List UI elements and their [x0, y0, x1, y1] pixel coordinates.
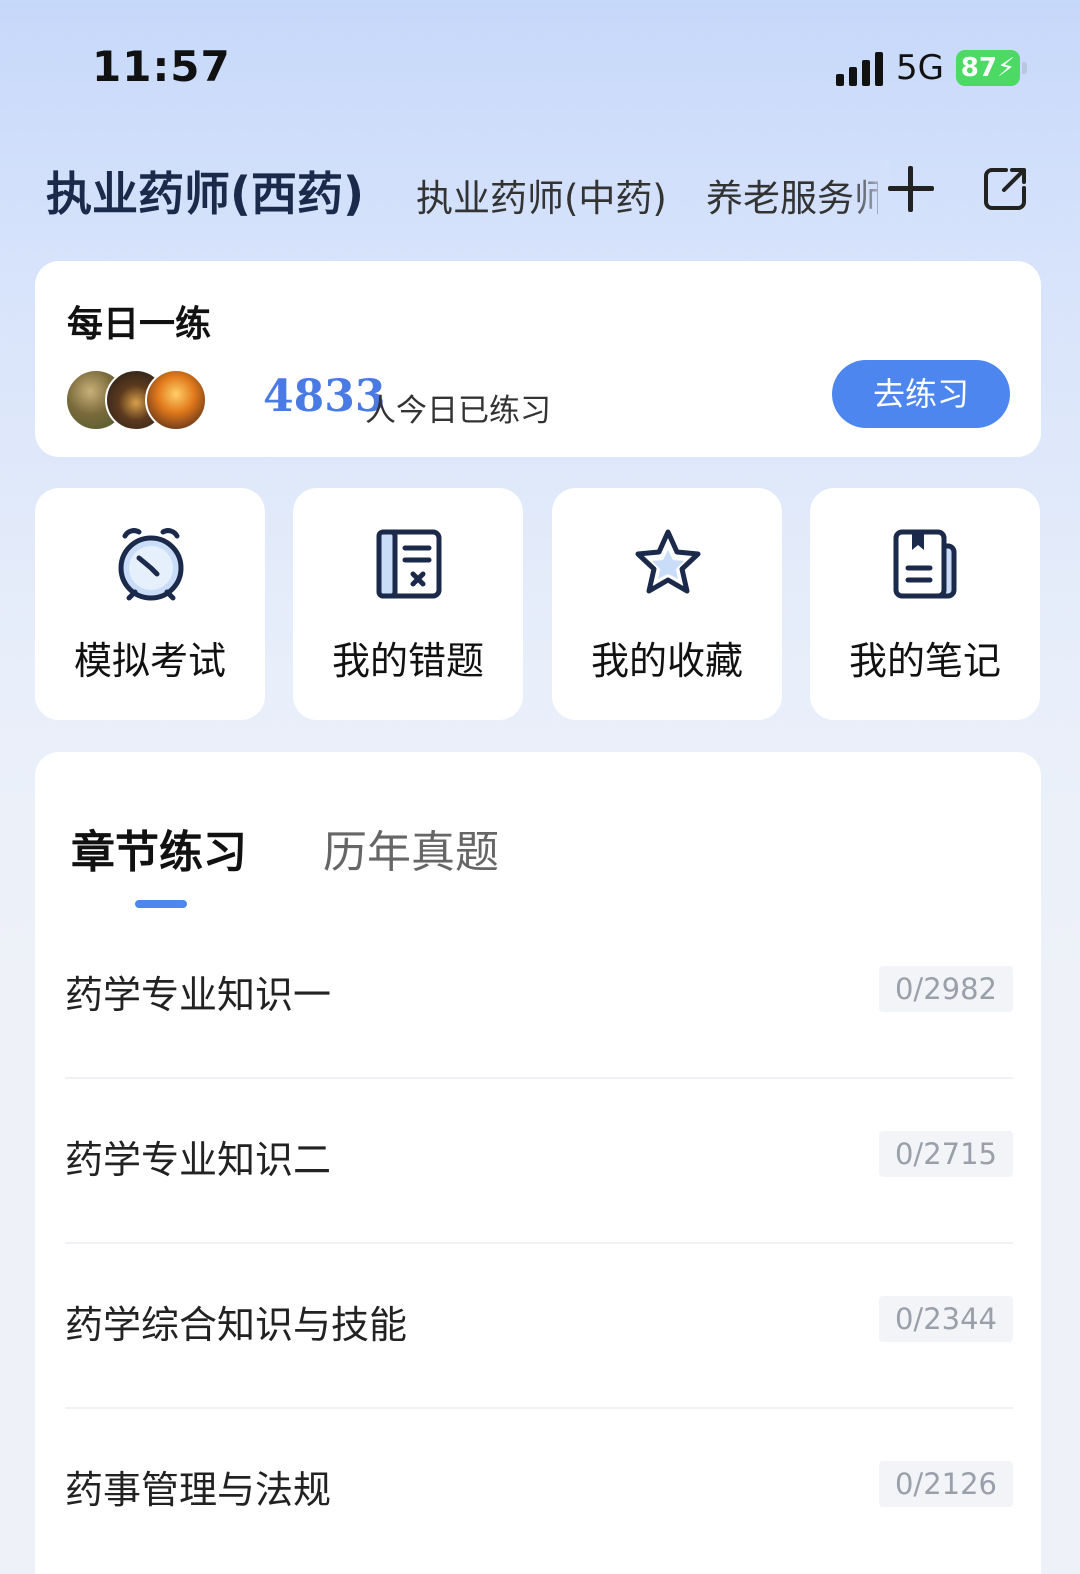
share-icon[interactable]: [982, 166, 1028, 212]
status-bar: 11:57 5G 87⚡: [0, 0, 1080, 130]
tabs-fade: [850, 160, 890, 220]
signal-icon: [836, 52, 884, 86]
battery-tip: [1022, 62, 1027, 74]
progress-badge: 0/2126: [878, 1461, 1013, 1507]
notebook-icon: [893, 529, 957, 599]
daily-practice-card: 每日一练 4833 人今日已练习 去练习: [35, 261, 1041, 457]
tab-indicator: [135, 900, 187, 908]
tile-label: 模拟考试: [73, 639, 226, 683]
progress-badge: 0/2344: [878, 1296, 1013, 1342]
avatar: [145, 369, 207, 431]
list-item[interactable]: 药学综合知识与技能 0/2344: [65, 1244, 1013, 1409]
tile-label: 我的收藏: [590, 639, 743, 683]
star-icon: [635, 529, 701, 594]
list-item[interactable]: 药学专业知识二 0/2715: [65, 1079, 1013, 1244]
tile-notes[interactable]: 我的笔记: [810, 488, 1040, 720]
go-practice-button[interactable]: 去练习: [832, 360, 1010, 428]
exam-tab-chinese-medicine[interactable]: 执业药师(中药): [416, 168, 667, 222]
tab-chapter-practice[interactable]: 章节练习: [71, 816, 247, 880]
item-title: 药学专业知识一: [65, 973, 332, 1017]
avatar-group: [65, 369, 215, 431]
practice-list-card: 章节练习 历年真题 药学专业知识一 0/2982 药学专业知识二 0/2715 …: [35, 752, 1041, 1574]
item-title: 药学综合知识与技能: [65, 1303, 408, 1347]
battery-icon: 87⚡: [956, 50, 1020, 86]
practice-count-label: 人今日已练习: [365, 393, 551, 429]
list-item[interactable]: 药事管理与法规 0/2126: [65, 1409, 1013, 1574]
tile-mock-exam[interactable]: 模拟考试: [35, 488, 265, 720]
tile-label: 我的笔记: [848, 639, 1001, 683]
item-title: 药事管理与法规: [65, 1468, 332, 1512]
exam-tab-active[interactable]: 执业药师(西药): [46, 158, 364, 224]
tab-past-exams[interactable]: 历年真题: [323, 816, 499, 880]
battery-level: 87: [960, 53, 997, 83]
tile-label: 我的错题: [331, 639, 484, 683]
progress-badge: 0/2982: [878, 966, 1013, 1012]
tile-wrong-questions[interactable]: 我的错题: [293, 488, 523, 720]
alarm-clock-icon: [118, 528, 184, 601]
daily-title: 每日一练: [67, 304, 212, 345]
network-label: 5G: [896, 48, 944, 88]
list-item[interactable]: 药学专业知识一 0/2982: [65, 914, 1013, 1079]
tile-favorites[interactable]: 我的收藏: [552, 488, 782, 720]
item-title: 药学专业知识二: [65, 1138, 332, 1182]
wrong-questions-book-icon: [376, 529, 442, 599]
add-exam-icon[interactable]: [886, 164, 936, 214]
status-time: 11:57: [92, 42, 231, 91]
progress-badge: 0/2715: [878, 1131, 1013, 1177]
